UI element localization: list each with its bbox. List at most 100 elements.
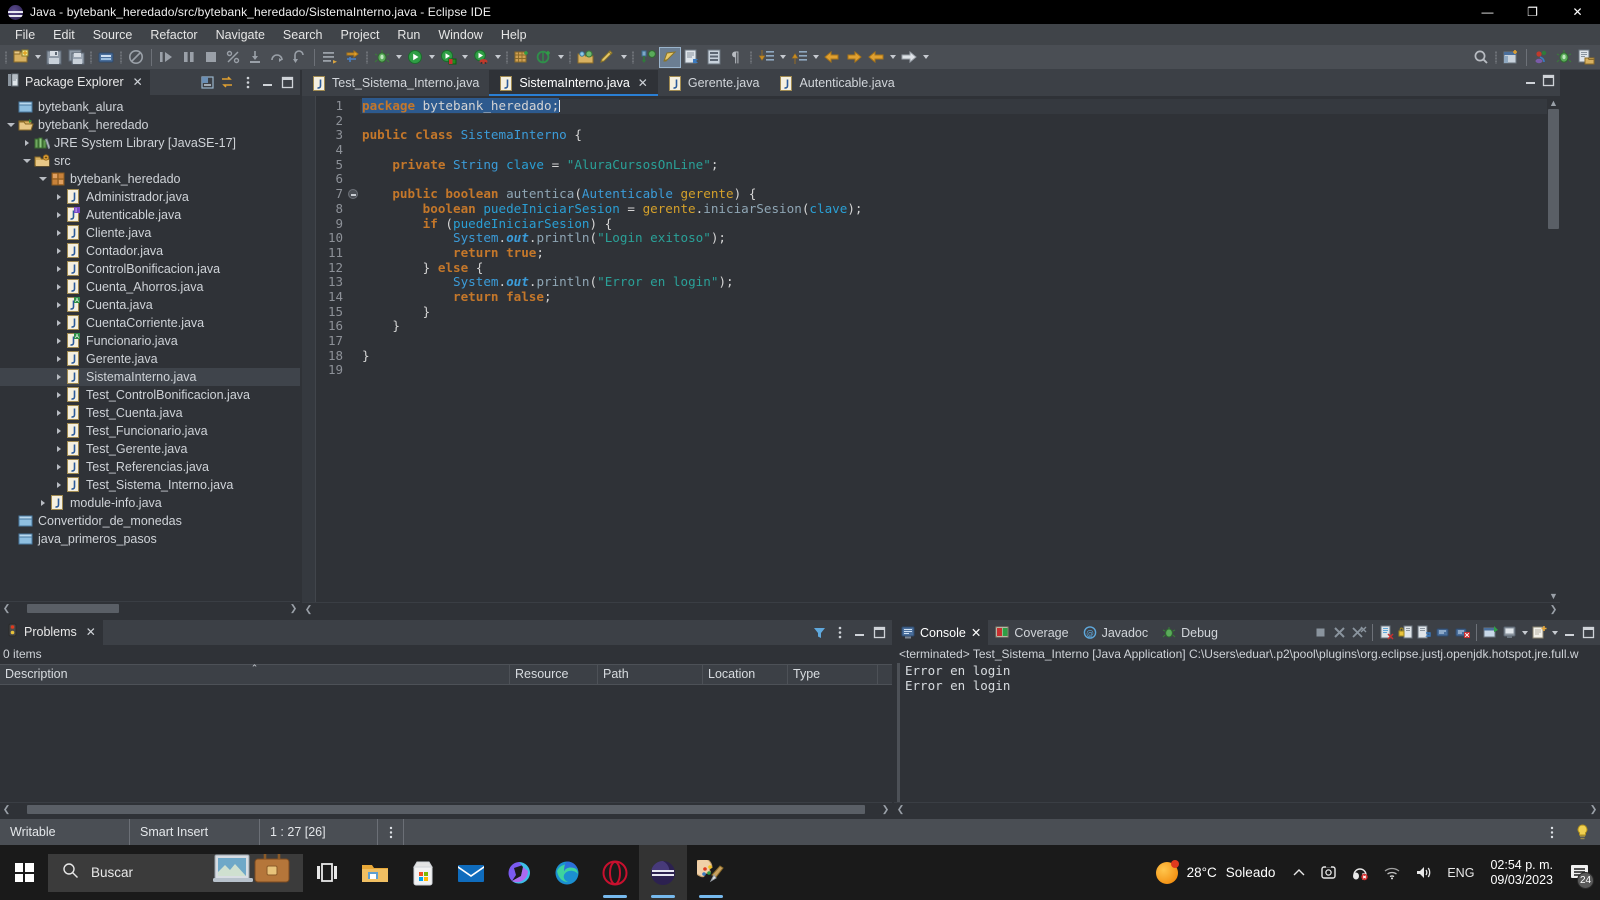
minimize-icon[interactable] (1523, 73, 1538, 93)
pin-editor-icon[interactable] (681, 47, 703, 68)
menu-refactor[interactable]: Refactor (141, 25, 206, 45)
scroll-thumb-v[interactable] (1548, 109, 1559, 229)
terminate-icon[interactable] (200, 47, 222, 68)
chevron-right-icon[interactable] (36, 494, 50, 512)
tree-item[interactable]: module-info.java (0, 494, 300, 512)
chevron-right-icon[interactable] (52, 188, 66, 206)
scroll-thumb-problems[interactable] (27, 805, 865, 814)
task-view-icon[interactable] (303, 845, 351, 900)
chevron-right-icon[interactable] (52, 242, 66, 260)
new-perspective-icon[interactable] (1500, 47, 1522, 68)
save-all-icon[interactable] (65, 47, 87, 68)
code-line[interactable]: package bytebank_heredado; (360, 98, 1560, 114)
filter-icon[interactable] (810, 623, 829, 642)
notifications-icon[interactable]: 24 (1562, 845, 1596, 900)
tree-item[interactable]: CuentaCorriente.java (0, 314, 300, 332)
step-return-icon[interactable] (288, 47, 310, 68)
menu-run[interactable]: Run (388, 25, 429, 45)
tree-item[interactable]: Test_Referencias.java (0, 458, 300, 476)
pin-console-icon[interactable] (1453, 623, 1472, 642)
view-tab-problems[interactable]: Problems ✕ (0, 620, 103, 645)
tree-item[interactable]: Cuenta_Ahorros.java (0, 278, 300, 296)
menu-window[interactable]: Window (429, 25, 491, 45)
scroll-track-problems[interactable] (13, 803, 879, 816)
scroll-right-icon-problems[interactable]: ❯ (879, 803, 892, 816)
open-task-icon[interactable] (574, 47, 596, 68)
scroll-left-icon-problems[interactable]: ❮ (0, 803, 13, 816)
chevron-right-icon[interactable] (52, 206, 66, 224)
minimize-icon[interactable] (258, 73, 277, 92)
code-line[interactable]: } (360, 318, 1560, 334)
code-line[interactable]: } (360, 348, 1560, 364)
column-header[interactable]: Location (703, 664, 788, 685)
debug-icon[interactable] (371, 47, 393, 68)
toggle-mark-occurrences-icon[interactable] (659, 46, 681, 68)
chevron-down-icon[interactable] (20, 152, 34, 170)
chevron-right-icon[interactable] (52, 332, 66, 350)
edit-dropdown-icon[interactable] (618, 47, 629, 68)
external-tools-dropdown-icon[interactable] (492, 47, 503, 68)
chevron-right-icon[interactable] (52, 440, 66, 458)
scroll-left-icon-editor[interactable]: ❮ (302, 603, 315, 616)
chevron-right-icon[interactable] (52, 224, 66, 242)
minimize-window-button[interactable]: — (1465, 0, 1510, 24)
tree-item[interactable]: Test_Funcionario.java (0, 422, 300, 440)
column-header[interactable]: Resource (510, 664, 598, 685)
chevron-right-icon[interactable] (52, 314, 66, 332)
terminate-icon[interactable] (1311, 623, 1330, 642)
headset-muted-icon[interactable] (1344, 845, 1376, 900)
suspend-icon[interactable] (178, 47, 200, 68)
scroll-lock-icon[interactable] (1396, 623, 1415, 642)
taskbar-clock[interactable]: 02:54 p. m. 09/03/2023 (1481, 858, 1562, 888)
tree-item[interactable]: bytebank_alura (0, 98, 300, 116)
debug-perspective-icon[interactable] (1553, 47, 1575, 68)
close-icon[interactable]: ✕ (86, 625, 96, 639)
word-wrap-icon[interactable] (1415, 623, 1434, 642)
chevron-right-icon[interactable] (52, 476, 66, 494)
disconnect-icon[interactable] (222, 47, 244, 68)
menu-search[interactable]: Search (274, 25, 332, 45)
run-coverage-dropdown-icon[interactable] (459, 47, 470, 68)
chevron-right-icon[interactable] (52, 296, 66, 314)
close-icon[interactable]: ✕ (971, 625, 981, 640)
chevron-down-icon[interactable] (36, 170, 50, 188)
office-icon[interactable] (495, 845, 543, 900)
tree-item[interactable]: Test_Sistema_Interno.java (0, 476, 300, 494)
maximize-icon[interactable] (870, 623, 889, 642)
view-menu-icon[interactable] (830, 623, 849, 642)
search-icon[interactable] (1470, 47, 1492, 68)
chevron-right-icon[interactable] (20, 134, 34, 152)
scroll-down-icon[interactable]: ▼ (1547, 589, 1560, 602)
chevron-down-icon[interactable] (4, 116, 18, 134)
tree-item[interactable]: Contador.java (0, 242, 300, 260)
code-line[interactable]: public boolean autentica(Autenticable ge… (360, 186, 1560, 202)
maximize-icon[interactable] (1541, 73, 1556, 93)
show-whitespace-icon[interactable] (703, 47, 725, 68)
scroll-track-editor[interactable] (315, 603, 1547, 616)
tree-item[interactable]: A Funcionario.java (0, 332, 300, 350)
java-perspective-icon[interactable] (1575, 47, 1597, 68)
next-edit-dropdown-icon[interactable] (777, 47, 788, 68)
code-line[interactable] (360, 172, 1560, 187)
onedrive-icon[interactable] (1313, 845, 1344, 900)
tree-item[interactable]: JRE System Library [JavaSE-17] (0, 134, 300, 152)
chevron-right-icon[interactable] (52, 386, 66, 404)
tree-item[interactable]: A Cuenta.java (0, 296, 300, 314)
tree-item[interactable]: Administrador.java (0, 188, 300, 206)
column-header[interactable]: Description ⌃ (0, 664, 510, 685)
menu-navigate[interactable]: Navigate (207, 25, 274, 45)
volume-icon[interactable] (1408, 845, 1440, 900)
code-line[interactable]: if (puedeIniciarSesion) { (360, 216, 1560, 232)
microsoft-edge-icon[interactable] (543, 845, 591, 900)
code-line[interactable]: } else { (360, 260, 1560, 276)
back-history-icon[interactable] (821, 47, 843, 68)
opera-icon[interactable] (591, 845, 639, 900)
menu-edit[interactable]: Edit (44, 25, 84, 45)
status-menu-icon-right[interactable] (1539, 819, 1565, 845)
scroll-right-icon-console[interactable]: ❯ (1587, 803, 1600, 816)
project-tree[interactable]: bytebank_alura bytebank_heredado JRE Syste… (0, 95, 300, 601)
scroll-thumb[interactable] (27, 604, 119, 613)
tree-item[interactable]: I Autenticable.java (0, 206, 300, 224)
console-output[interactable]: Error en login Error en login (897, 663, 1600, 802)
code-line[interactable]: boolean puedeIniciarSesion = gerente.ini… (360, 201, 1560, 217)
